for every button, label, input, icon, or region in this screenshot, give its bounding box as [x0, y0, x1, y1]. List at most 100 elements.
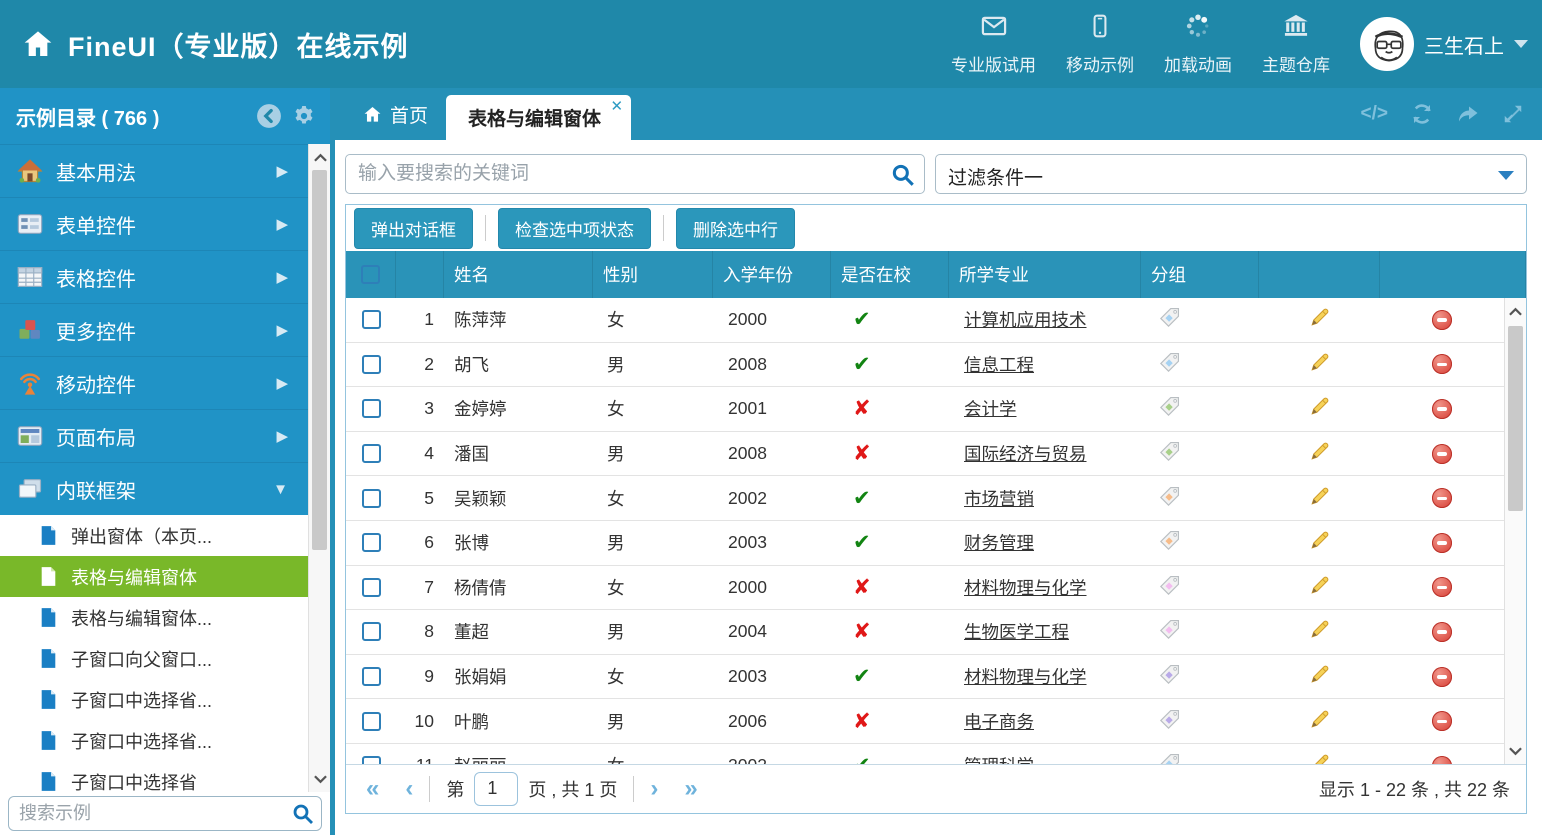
home-icon[interactable]: [22, 28, 54, 60]
major-link[interactable]: 国际经济与贸易: [964, 441, 1087, 466]
delete-icon[interactable]: [1432, 444, 1452, 464]
major-link[interactable]: 材料物理与化学: [964, 664, 1087, 689]
sidebar-subitem[interactable]: 子窗口中选择省...: [0, 679, 330, 720]
major-link[interactable]: 生物医学工程: [964, 619, 1069, 644]
search-icon[interactable]: [890, 162, 916, 193]
edit-pencil-icon[interactable]: [1309, 529, 1331, 556]
edit-pencil-icon[interactable]: [1309, 306, 1331, 333]
close-icon[interactable]: ✕: [610, 97, 623, 115]
row-checkbox[interactable]: [362, 667, 381, 686]
sidebar-item-移动控件[interactable]: 移动控件▶: [0, 356, 330, 409]
sidebar-item-表单控件[interactable]: 表单控件▶: [0, 197, 330, 250]
maximize-icon[interactable]: [1502, 103, 1524, 125]
sidebar-item-内联框架[interactable]: 内联框架▼: [0, 462, 330, 515]
open-new-window-icon[interactable]: [1456, 102, 1480, 126]
check-selected-button[interactable]: 检查选中项状态: [498, 208, 651, 249]
row-checkbox[interactable]: [362, 622, 381, 641]
edit-pencil-icon[interactable]: [1309, 618, 1331, 645]
scroll-up-icon[interactable]: [309, 146, 330, 168]
sidebar-search-input[interactable]: [9, 797, 321, 830]
delete-icon[interactable]: [1432, 310, 1452, 330]
row-checkbox[interactable]: [362, 533, 381, 552]
tag-icon[interactable]: [1159, 485, 1181, 512]
table-scrollbar[interactable]: [1504, 298, 1526, 764]
tag-icon[interactable]: [1159, 395, 1181, 422]
last-page-icon[interactable]: »: [684, 777, 697, 801]
tag-icon[interactable]: [1159, 440, 1181, 467]
delete-icon[interactable]: [1432, 354, 1452, 374]
scrollbar-thumb[interactable]: [1508, 326, 1523, 511]
major-link[interactable]: 会计学: [964, 396, 1017, 421]
row-checkbox[interactable]: [362, 399, 381, 418]
tag-icon[interactable]: [1159, 752, 1181, 764]
row-checkbox[interactable]: [362, 712, 381, 731]
edit-pencil-icon[interactable]: [1309, 663, 1331, 690]
sidebar-subitem[interactable]: 弹出窗体（本页...: [0, 515, 330, 556]
sidebar-subitem[interactable]: 子窗口中选择省: [0, 761, 330, 792]
edit-pencil-icon[interactable]: [1309, 752, 1331, 764]
edit-pencil-icon[interactable]: [1309, 440, 1331, 467]
sidebar-subitem[interactable]: 子窗口向父窗口...: [0, 638, 330, 679]
row-checkbox[interactable]: [362, 444, 381, 463]
sidebar-item-页面布局[interactable]: 页面布局▶: [0, 409, 330, 462]
tag-icon[interactable]: [1159, 306, 1181, 333]
edit-pencil-icon[interactable]: [1309, 485, 1331, 512]
sidebar-subitem[interactable]: 表格与编辑窗体: [0, 556, 330, 597]
edit-pencil-icon[interactable]: [1309, 351, 1331, 378]
prev-page-icon[interactable]: ‹: [405, 777, 413, 801]
edit-pencil-icon[interactable]: [1309, 574, 1331, 601]
sidebar-subitem[interactable]: 表格与编辑窗体...: [0, 597, 330, 638]
refresh-icon[interactable]: [1410, 102, 1434, 126]
delete-selected-button[interactable]: 删除选中行: [676, 208, 795, 249]
page-number-input[interactable]: [474, 772, 518, 806]
delete-icon[interactable]: [1432, 711, 1452, 731]
source-code-icon[interactable]: </>: [1361, 103, 1388, 125]
next-page-icon[interactable]: ›: [650, 777, 658, 801]
row-checkbox[interactable]: [362, 489, 381, 508]
first-page-icon[interactable]: «: [366, 777, 379, 801]
tab-active[interactable]: 表格与编辑窗体 ✕: [446, 95, 631, 140]
major-link[interactable]: 材料物理与化学: [964, 575, 1087, 600]
delete-icon[interactable]: [1432, 399, 1452, 419]
header-action-mobile[interactable]: 移动示例: [1066, 12, 1134, 76]
scrollbar-thumb[interactable]: [312, 170, 327, 550]
header-action-spinner[interactable]: 加载动画: [1164, 12, 1232, 76]
tag-icon[interactable]: [1159, 529, 1181, 556]
header-action-bank[interactable]: 主题仓库: [1262, 12, 1330, 76]
edit-pencil-icon[interactable]: [1309, 708, 1331, 735]
edit-pencil-icon[interactable]: [1309, 395, 1331, 422]
tag-icon[interactable]: [1159, 574, 1181, 601]
open-dialog-button[interactable]: 弹出对话框: [354, 208, 473, 249]
tag-icon[interactable]: [1159, 663, 1181, 690]
major-link[interactable]: 财务管理: [964, 530, 1034, 555]
row-checkbox[interactable]: [362, 310, 381, 329]
row-checkbox[interactable]: [362, 578, 381, 597]
filter-dropdown[interactable]: 过滤条件一: [935, 154, 1527, 194]
collapse-sidebar-icon[interactable]: [256, 103, 282, 129]
major-link[interactable]: 管理科学: [964, 753, 1034, 764]
row-checkbox[interactable]: [362, 355, 381, 374]
select-all-checkbox[interactable]: [361, 265, 380, 284]
major-link[interactable]: 信息工程: [964, 352, 1034, 377]
delete-icon[interactable]: [1432, 756, 1452, 764]
delete-icon[interactable]: [1432, 577, 1452, 597]
major-link[interactable]: 计算机应用技术: [964, 307, 1087, 332]
sidebar-item-基本用法[interactable]: 基本用法▶: [0, 144, 330, 197]
delete-icon[interactable]: [1432, 667, 1452, 687]
tag-icon[interactable]: [1159, 708, 1181, 735]
major-link[interactable]: 市场营销: [964, 486, 1034, 511]
scroll-down-icon[interactable]: [1505, 740, 1526, 762]
sidebar-subitem[interactable]: 子窗口中选择省...: [0, 720, 330, 761]
row-checkbox[interactable]: [362, 756, 381, 764]
sidebar-item-更多控件[interactable]: 更多控件▶: [0, 303, 330, 356]
tag-icon[interactable]: [1159, 351, 1181, 378]
gear-icon[interactable]: [292, 104, 316, 128]
tag-icon[interactable]: [1159, 618, 1181, 645]
scroll-up-icon[interactable]: [1505, 300, 1526, 322]
tab-home[interactable]: 首页: [345, 88, 446, 140]
sidebar-item-表格控件[interactable]: 表格控件▶: [0, 250, 330, 303]
delete-icon[interactable]: [1432, 488, 1452, 508]
delete-icon[interactable]: [1432, 622, 1452, 642]
scroll-down-icon[interactable]: [309, 768, 330, 790]
keyword-search-input[interactable]: [346, 155, 924, 193]
